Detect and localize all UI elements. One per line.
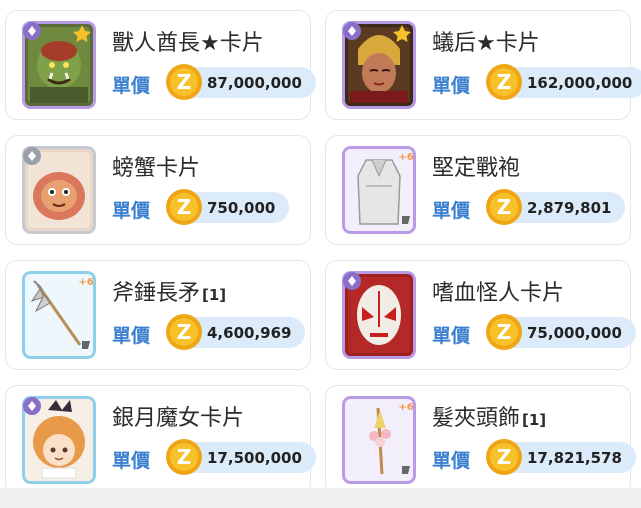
- ant-queen-card-icon: [342, 21, 416, 109]
- item-name: 髮夾頭飾 [1]: [432, 406, 547, 431]
- price-label: 單價: [432, 75, 471, 97]
- price-pill: Z 87,000,000: [166, 64, 316, 100]
- listing-card[interactable]: +6 髮夾頭飾 [1] 單價 Z 17,821,578: [325, 385, 636, 495]
- silver-moon-witch-card-icon: [22, 396, 96, 484]
- price-label: 單價: [112, 200, 151, 222]
- price-value: 4,600,969: [207, 323, 292, 342]
- halberd-icon: +6: [22, 271, 96, 359]
- item-name: 蟻后★卡片: [432, 31, 540, 56]
- svg-text:Z: Z: [497, 195, 512, 219]
- item-name: 斧錘長矛 [1]: [112, 281, 227, 306]
- item-name: 銀月魔女卡片: [112, 406, 245, 431]
- zeny-coin-icon: Z: [166, 189, 202, 225]
- price-pill: Z 2,879,801: [486, 189, 626, 225]
- svg-text:Z: Z: [177, 70, 192, 94]
- price-pill: Z 162,000,000: [486, 64, 641, 100]
- svg-text:Z: Z: [497, 320, 512, 344]
- price-label: 單價: [112, 75, 151, 97]
- crab-card-icon: [22, 146, 96, 234]
- price-pill: Z 750,000: [166, 189, 290, 225]
- listing-card[interactable]: +6 斧錘長矛 [1] 單價 Z 4,600,969: [5, 260, 311, 370]
- listing-card[interactable]: 嗜血怪人卡片 單價 Z 75,000,000: [325, 260, 636, 370]
- hairpin-icon: +6: [342, 396, 416, 484]
- price-value: 162,000,000: [527, 73, 633, 92]
- price-pill: Z 17,821,578: [486, 439, 636, 475]
- item-name: 堅定戰袍: [432, 156, 521, 181]
- listing-card[interactable]: 螃蟹卡片 單價 Z 750,000: [5, 135, 311, 245]
- price-label: 單價: [112, 450, 151, 472]
- item-name: 嗜血怪人卡片: [432, 281, 565, 306]
- price-label: 單價: [432, 325, 471, 347]
- price-value: 17,821,578: [527, 448, 622, 467]
- zeny-coin-icon: Z: [486, 439, 522, 475]
- svg-text:+6: +6: [398, 152, 413, 163]
- zeny-coin-icon: Z: [166, 64, 202, 100]
- svg-text:Z: Z: [497, 445, 512, 469]
- zeny-coin-icon: Z: [166, 314, 202, 350]
- price-label: 單價: [432, 200, 471, 222]
- svg-text:+6: +6: [78, 277, 93, 288]
- price-pill: Z 4,600,969: [166, 314, 306, 350]
- bloody-mask-card-icon: [342, 271, 416, 359]
- price-label: 單價: [112, 325, 151, 347]
- svg-text:+6: +6: [398, 402, 413, 413]
- price-value: 2,879,801: [527, 198, 612, 217]
- svg-text:Z: Z: [177, 195, 192, 219]
- zeny-coin-icon: Z: [486, 189, 522, 225]
- price-value: 87,000,000: [207, 73, 302, 92]
- robe-icon: +6: [342, 146, 416, 234]
- price-value: 75,000,000: [527, 323, 622, 342]
- price-label: 單價: [432, 450, 471, 472]
- listing-grid: 獸人酋長★卡片 單價 Z 87,000,000 蟻后★卡片 單價 Z 162,0…: [0, 0, 641, 508]
- svg-text:Z: Z: [177, 320, 192, 344]
- svg-text:Z: Z: [497, 70, 512, 94]
- orc-chief-card-icon: [22, 21, 96, 109]
- price-pill: Z 75,000,000: [486, 314, 636, 350]
- listing-card[interactable]: 銀月魔女卡片 單價 Z 17,500,000: [5, 385, 316, 495]
- listing-card[interactable]: 獸人酋長★卡片 單價 Z 87,000,000: [5, 10, 316, 120]
- item-name: 螃蟹卡片: [112, 156, 201, 181]
- zeny-coin-icon: Z: [166, 439, 202, 475]
- price-value: 17,500,000: [207, 448, 302, 467]
- price-value: 750,000: [207, 198, 276, 217]
- listing-card[interactable]: +6 堅定戰袍 單價 Z 2,879,801: [325, 135, 631, 245]
- listing-card[interactable]: 蟻后★卡片 單價 Z 162,000,000: [325, 10, 641, 120]
- zeny-coin-icon: Z: [486, 314, 522, 350]
- item-name: 獸人酋長★卡片: [112, 31, 264, 56]
- price-pill: Z 17,500,000: [166, 439, 316, 475]
- bottom-bar: [0, 488, 641, 508]
- zeny-coin-icon: Z: [486, 64, 522, 100]
- svg-text:Z: Z: [177, 445, 192, 469]
